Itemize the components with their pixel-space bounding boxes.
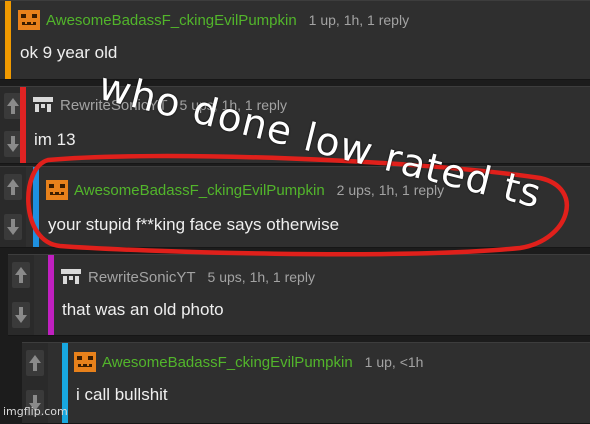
red-circle-annotation [26, 153, 569, 257]
watermark: imgflip.com [3, 405, 68, 418]
